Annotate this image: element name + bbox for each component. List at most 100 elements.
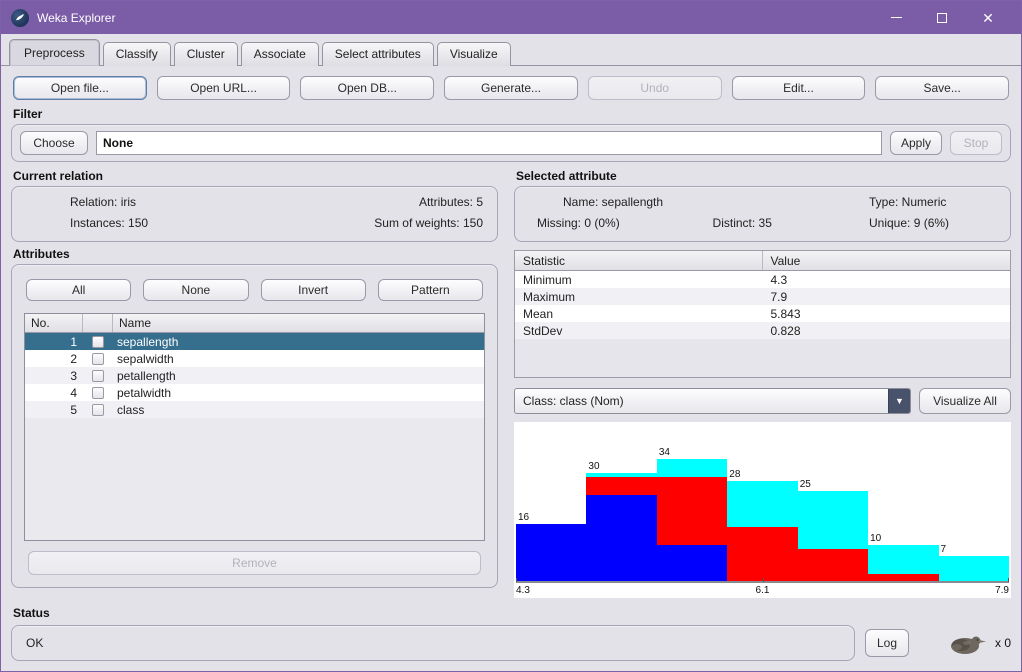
window-title: Weka Explorer: [37, 10, 116, 25]
stat-name: Maximum: [523, 289, 576, 304]
table-row-class[interactable]: 5 class: [25, 401, 484, 418]
tab-cluster[interactable]: Cluster: [173, 42, 238, 66]
attribute-name: petallength: [117, 368, 176, 383]
status-bar: OK Log x 0: [11, 625, 1011, 661]
invert-button[interactable]: Invert: [260, 279, 366, 301]
preprocess-panel: Open file... Open URL... Open DB... Gene…: [1, 66, 1021, 671]
bar-count-label: 34: [658, 447, 670, 459]
row-number: 5: [70, 402, 77, 417]
right-column: Selected attribute Name: sepallength Typ…: [514, 164, 1011, 598]
weka-explorer-window: Weka Explorer ✕ Preprocess Classify Clus…: [0, 0, 1022, 672]
statistics-table-header: Statistic Value: [515, 251, 1010, 271]
stat-row-minimum: Minimum 4.3: [515, 271, 1010, 288]
none-button[interactable]: None: [143, 279, 249, 301]
choose-filter-button[interactable]: Choose: [20, 131, 88, 155]
open-url-button[interactable]: Open URL...: [156, 76, 291, 100]
tab-associate[interactable]: Associate: [240, 42, 319, 66]
class-combobox-value: Class: class (Nom): [523, 394, 624, 408]
statistics-table: Statistic Value Minimum 4.3 Maximum 7.9 …: [514, 250, 1011, 378]
current-relation-panel: Relation: iris Attributes: 5 Instances: …: [11, 186, 498, 242]
relation-value: Relation: iris: [70, 195, 137, 209]
pattern-button[interactable]: Pattern: [377, 279, 483, 301]
save-button[interactable]: Save...: [875, 76, 1010, 100]
visualize-all-button[interactable]: Visualize All: [919, 388, 1011, 414]
attribute-selection-buttons: All None Invert Pattern: [26, 279, 483, 301]
axis-tick: [762, 578, 764, 582]
histogram-segment-cyan: [797, 491, 869, 549]
minimize-icon: [890, 17, 902, 18]
checkbox-sepallength[interactable]: [92, 335, 104, 348]
column-header-checkbox[interactable]: [83, 314, 113, 332]
tab-select-attributes[interactable]: Select attributes: [321, 42, 434, 66]
table-row-petalwidth[interactable]: 4 petalwidth: [25, 384, 484, 401]
generate-button[interactable]: Generate...: [444, 76, 578, 100]
minimize-button[interactable]: [873, 1, 919, 34]
bird-counter: x 0: [994, 636, 1011, 650]
tab-classify[interactable]: Classify: [102, 42, 171, 66]
histogram-x-axis: [516, 578, 1009, 584]
status-message-panel: OK: [11, 625, 855, 661]
histogram-segment-blue: [656, 545, 728, 581]
apply-filter-button[interactable]: Apply: [890, 131, 942, 155]
table-row-sepallength[interactable]: 1 sepallength: [25, 333, 484, 350]
row-number: 3: [70, 368, 77, 383]
stat-row-stddev: StdDev 0.828: [515, 322, 1010, 339]
histogram-x-labels: 4.3 6.1 7.9: [516, 584, 1009, 596]
table-row-sepalwidth[interactable]: 2 sepalwidth: [25, 350, 484, 367]
close-button[interactable]: ✕: [965, 1, 1011, 34]
column-header-statistic[interactable]: Statistic: [515, 251, 763, 270]
checkbox-class[interactable]: [92, 403, 104, 416]
histogram-segment-cyan: [868, 545, 939, 574]
selected-attribute-heading: Selected attribute: [516, 169, 617, 183]
maximize-button[interactable]: [919, 1, 965, 34]
column-header-name[interactable]: Name: [113, 314, 484, 332]
histogram-segment-blue: [516, 523, 587, 581]
histogram-segment-cyan: [656, 459, 728, 477]
class-combobox[interactable]: Class: class (Nom) ▼: [514, 388, 911, 414]
bar-count-label: 30: [588, 461, 600, 473]
histogram-plot: 16 30 34 28 25 10 7: [516, 426, 1009, 581]
file-toolbar: Open file... Open URL... Open DB... Gene…: [13, 76, 1010, 100]
weka-bird-icon: [950, 636, 986, 654]
bar-count-label: 16: [518, 511, 530, 523]
stat-value: 7.9: [770, 289, 788, 304]
histogram-segment-red: [586, 476, 657, 495]
selected-attribute-panel: Name: sepallength Type: Numeric Missing:…: [514, 186, 1011, 242]
column-header-value[interactable]: Value: [763, 251, 1011, 270]
histogram-bar-4.3-4.81: 16: [516, 511, 587, 581]
attribute-missing-value: Missing: 0 (0%): [537, 215, 620, 230]
attribute-name: class: [117, 402, 145, 417]
histogram-bar-6.87-7.39: 10: [868, 533, 939, 581]
log-button[interactable]: Log: [865, 629, 909, 657]
row-number: 4: [70, 385, 77, 400]
histogram-bar-5.33-5.84: 34: [656, 447, 728, 581]
attribute-name-value: Name: sepallength: [563, 195, 664, 209]
attribute-name: petalwidth: [117, 385, 172, 400]
filter-panel: Choose None Apply Stop: [11, 124, 1011, 162]
edit-button[interactable]: Edit...: [731, 76, 866, 100]
stat-name: Mean: [523, 306, 554, 321]
attribute-unique-value: Unique: 9 (6%): [869, 215, 950, 230]
remove-button: Remove: [28, 551, 481, 575]
sum-of-weights: Sum of weights: 150: [374, 215, 483, 230]
checkbox-sepalwidth[interactable]: [92, 352, 104, 365]
histogram-bar-6.36-6.87: 25: [797, 479, 869, 581]
open-db-button[interactable]: Open DB...: [300, 76, 435, 100]
column-header-no[interactable]: No.: [25, 314, 83, 332]
all-button[interactable]: All: [26, 279, 132, 301]
attributes-table: No. Name 1 sepallength 2 sepalwidth 3 pe…: [24, 313, 485, 541]
tab-visualize[interactable]: Visualize: [436, 42, 511, 66]
table-row-petallength[interactable]: 3 petallength: [25, 367, 484, 384]
chevron-down-icon[interactable]: ▼: [888, 389, 910, 413]
histogram-segment-red: [797, 548, 869, 581]
tab-preprocess[interactable]: Preprocess: [9, 39, 100, 66]
checkbox-petalwidth[interactable]: [92, 386, 104, 399]
histogram-segment-cyan: [938, 555, 1009, 581]
title-bar: Weka Explorer ✕: [1, 1, 1021, 34]
histogram-bar-7.39-7.9: 7: [938, 544, 1009, 581]
attribute-name: sepallength: [117, 334, 179, 349]
open-file-button[interactable]: Open file...: [13, 76, 147, 100]
tab-bar: Preprocess Classify Cluster Associate Se…: [1, 34, 1021, 66]
filter-value-field[interactable]: None: [96, 131, 882, 155]
checkbox-petallength[interactable]: [92, 369, 104, 382]
